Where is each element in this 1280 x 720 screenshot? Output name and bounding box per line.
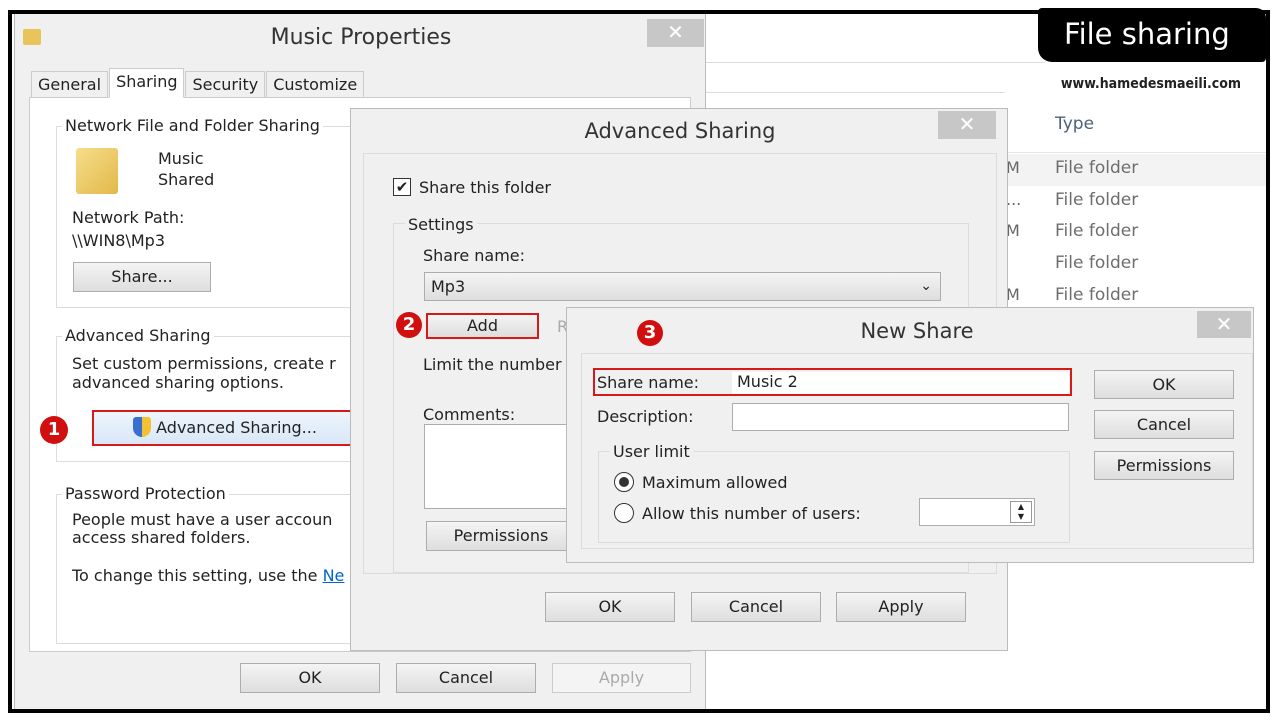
tab-sharing[interactable]: Sharing [109,68,185,98]
image-frame [8,10,1270,713]
